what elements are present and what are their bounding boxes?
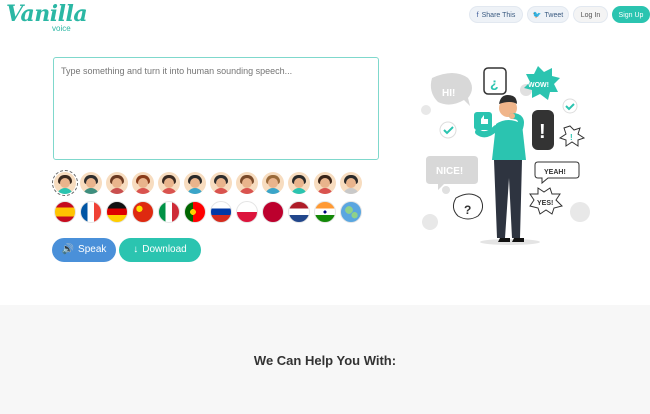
bubble-question-mark: ? [464,203,471,217]
voice-avatar[interactable] [210,172,232,194]
bubble-question: ¿ [490,75,499,91]
polish-flag[interactable] [236,201,258,223]
download-label: Download [142,244,187,255]
french-flag[interactable] [80,201,102,223]
share-label: Share This [481,12,516,19]
indian-flag[interactable] [314,201,336,223]
bubble-nice: NICE! [436,166,463,177]
bubble-wow: WOW! [528,82,549,89]
globe-icon[interactable] [340,201,362,223]
section-title: We Can Help You With: [253,353,397,368]
signup-button[interactable]: Sign Up [612,6,650,23]
voice-avatar[interactable] [158,172,180,194]
voice-avatar[interactable] [132,172,154,194]
voice-avatar[interactable] [52,170,78,196]
login-button[interactable]: Log In [573,6,608,23]
dutch-flag[interactable] [288,201,310,223]
italian-flag[interactable] [158,201,180,223]
voice-avatar[interactable] [80,172,102,194]
voice-avatar[interactable] [106,172,128,194]
voice-avatar[interactable] [262,172,284,194]
twitter-icon: 🐦 [532,12,542,19]
bubble-exclaim: ! [539,121,546,143]
voice-avatar[interactable] [340,172,362,194]
facebook-icon: f [476,12,479,19]
svg-text:!: ! [570,133,573,142]
voice-avatar[interactable] [236,172,258,194]
bubble-hi: HI! [442,88,455,99]
thinking-person-illustration: HI! ¿ WOW! ! ! NICE! YEAH! ? YES! [421,66,590,245]
japanese-flag[interactable] [262,201,284,223]
page: Vanilla voice f Share This 🐦 Tweet Log In … [0,0,650,414]
logo-subtitle: voice [52,24,71,33]
speak-label: Speak [78,244,107,255]
voice-avatar[interactable] [184,172,206,194]
speaker-icon: 🔊 [61,244,75,255]
spanish-flag[interactable] [54,201,76,223]
tweet-label: Tweet [544,12,564,19]
tweet-button[interactable]: 🐦 Tweet [527,6,569,23]
logo[interactable]: Vanilla voice [6,1,88,38]
voice-avatar[interactable] [314,172,336,194]
bubble-yes: YES! [537,200,553,207]
german-flag[interactable] [106,201,128,223]
logo-wordmark: Vanilla [6,1,88,27]
bubble-yeah: YEAH! [544,169,566,176]
portuguese-flag[interactable] [184,201,206,223]
russian-flag[interactable] [210,201,232,223]
voice-avatar[interactable] [288,172,310,194]
download-icon: ↓ [133,244,139,255]
speak-button[interactable]: 🔊 Speak [52,238,116,262]
chinese-flag[interactable] [132,201,154,223]
download-button[interactable]: ↓ Download [119,238,201,262]
share-button[interactable]: f Share This [469,6,523,23]
speech-text-input[interactable] [53,57,379,160]
